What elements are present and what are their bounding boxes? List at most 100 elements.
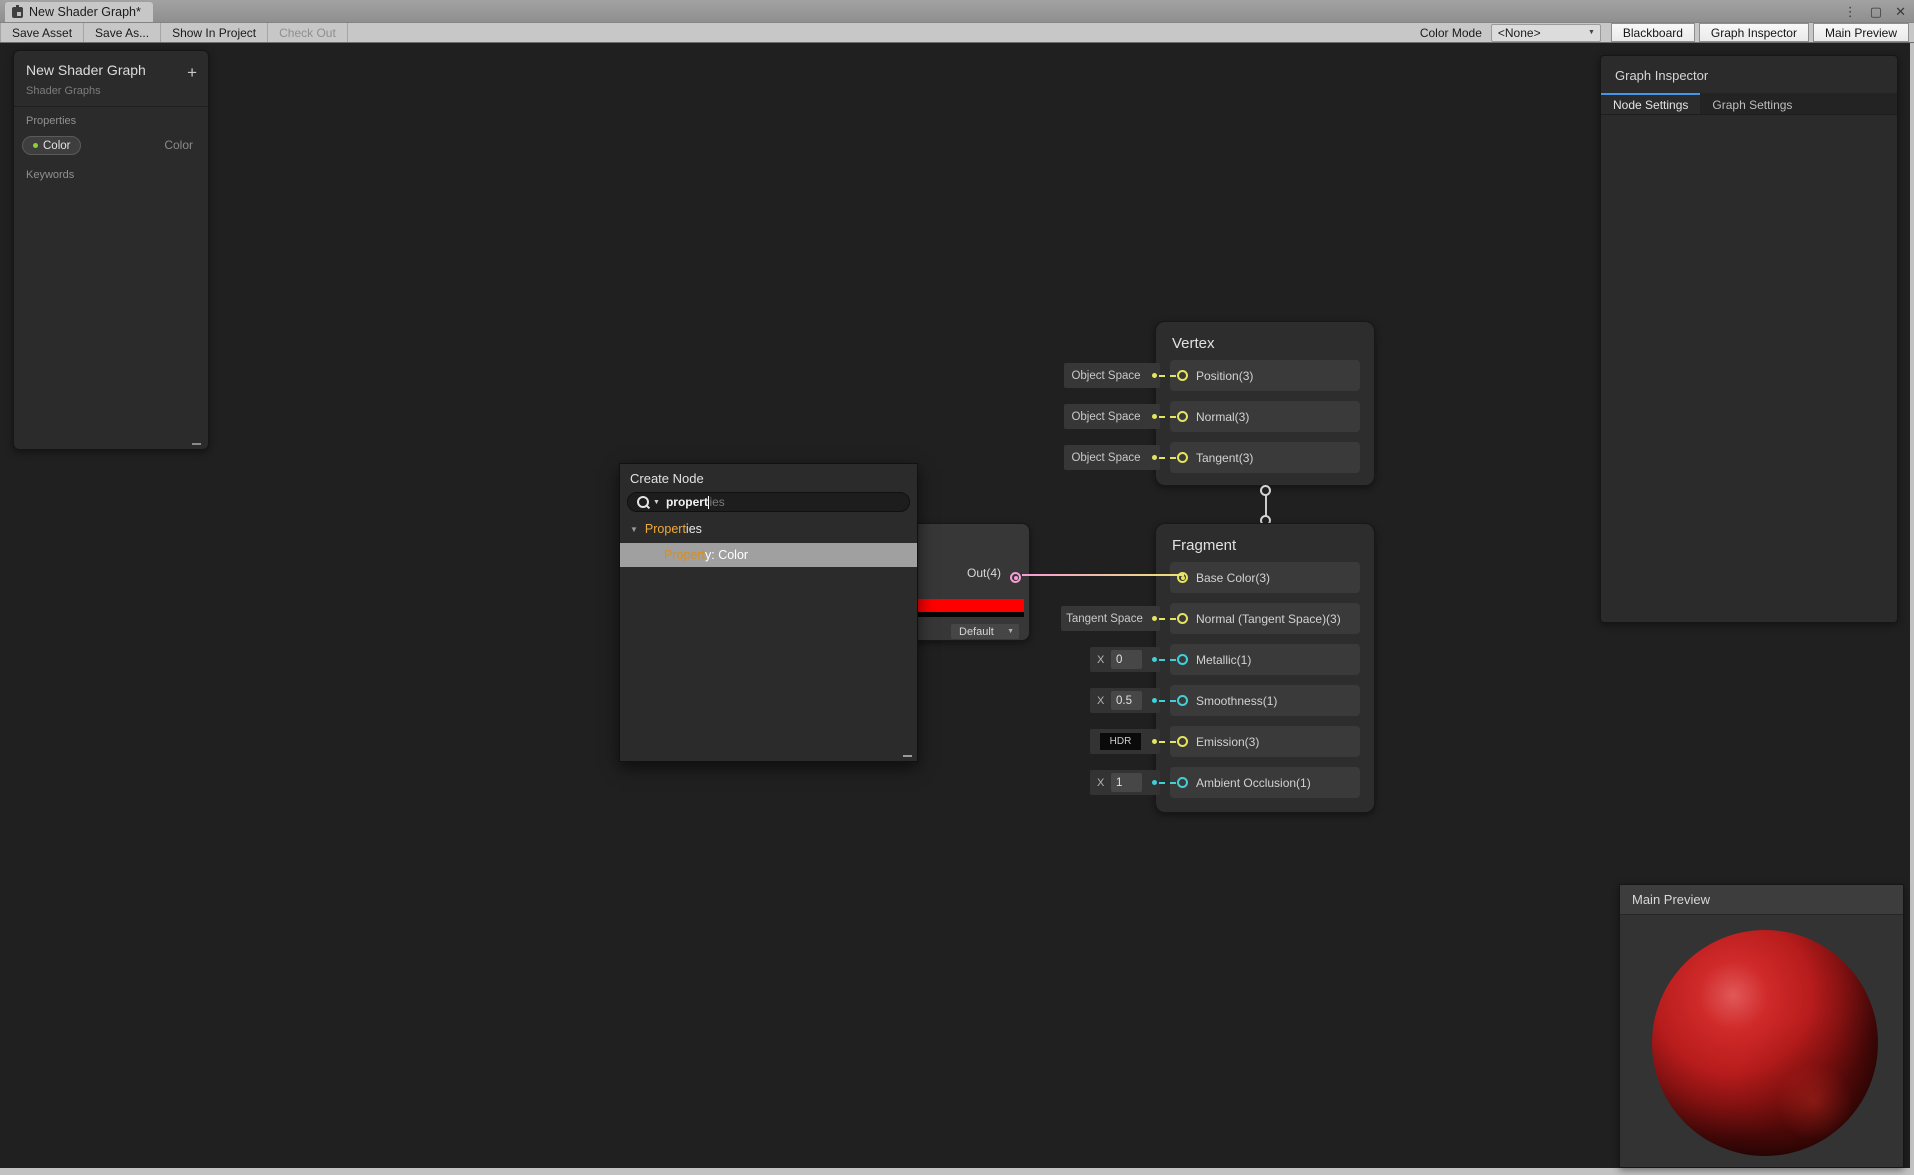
space-tag-label: Object Space xyxy=(1071,451,1141,464)
tangent-space-dropdown[interactable]: Object Space xyxy=(1064,445,1160,470)
maximize-icon[interactable]: ▢ xyxy=(1870,5,1882,18)
properties-section-label: Properties xyxy=(26,115,77,127)
tangent-port[interactable] xyxy=(1177,452,1188,463)
close-icon[interactable]: ✕ xyxy=(1895,5,1906,18)
ambient-occlusion-value-field[interactable]: 1 xyxy=(1111,773,1142,792)
chevron-down-icon: ▼ xyxy=(1007,628,1014,635)
color-mode-value: <None> xyxy=(1497,25,1541,40)
show-in-project-button[interactable]: Show In Project xyxy=(161,23,269,42)
fragment-row-base-color: Base Color(3) xyxy=(1170,562,1360,593)
port-label: Normal (Tangent Space)(3) xyxy=(1196,611,1341,626)
save-asset-button[interactable]: Save Asset xyxy=(0,23,85,42)
blackboard-panel[interactable]: New Shader Graph + Shader Graphs Propert… xyxy=(13,50,209,450)
ambient-occlusion-default-input: X 1 xyxy=(1090,770,1160,795)
normal-space-dropdown[interactable]: Object Space xyxy=(1064,404,1160,429)
hdr-color-swatch[interactable]: HDR xyxy=(1100,733,1141,750)
emission-port[interactable] xyxy=(1177,736,1188,747)
category-row-properties[interactable]: ▼ Propert ies xyxy=(620,520,917,538)
default-value-dot xyxy=(1152,780,1157,785)
default-wire-dash xyxy=(1159,699,1176,702)
fragment-row-metallic: X 0 Metallic(1) xyxy=(1090,644,1360,675)
popup-resize-handle[interactable] xyxy=(903,755,912,757)
fragment-node-title: Fragment xyxy=(1172,537,1237,554)
property-name: Color xyxy=(43,139,71,152)
result-row-property-color[interactable]: Propert y: Color xyxy=(620,543,917,567)
port-label: Base Color(3) xyxy=(1196,570,1271,585)
vertex-row-tangent: Object Space Tangent(3) xyxy=(1064,442,1360,473)
metallic-value-field[interactable]: 0 xyxy=(1111,650,1142,669)
color-alpha-bar xyxy=(901,612,1024,617)
category-rest-text: ies xyxy=(685,522,702,536)
ambient-occlusion-port[interactable] xyxy=(1177,777,1188,788)
smoothness-value-field[interactable]: 0.5 xyxy=(1111,691,1142,710)
blackboard-subtitle: Shader Graphs xyxy=(14,78,208,107)
x-component-label: X xyxy=(1097,653,1105,666)
create-node-title: Create Node xyxy=(630,471,704,486)
default-value-dot xyxy=(1152,616,1157,621)
search-filter-caret-icon[interactable]: ▼ xyxy=(653,499,660,506)
default-wire-dash xyxy=(1159,658,1176,661)
default-value-dot xyxy=(1152,657,1157,662)
default-wire-dash xyxy=(1159,781,1176,784)
space-tag-label: Object Space xyxy=(1071,369,1141,382)
preview-sphere[interactable] xyxy=(1652,930,1878,1156)
menu-icon[interactable]: ⋮ xyxy=(1844,5,1857,18)
keywords-section-label: Keywords xyxy=(26,169,75,181)
chevron-down-icon: ▼ xyxy=(1587,29,1595,36)
property-type-label: Color xyxy=(164,138,193,152)
color-swatch[interactable] xyxy=(901,599,1024,612)
color-mode-dropdown[interactable]: <None> ▼ xyxy=(1490,23,1601,42)
search-typed-text: propert xyxy=(665,495,708,509)
main-preview-toggle-button[interactable]: Main Preview xyxy=(1812,23,1909,42)
add-property-button[interactable]: + xyxy=(187,64,197,81)
window-titlebar: New Shader Graph* ⋮ ▢ ✕ xyxy=(0,0,1914,22)
color-out-port[interactable] xyxy=(1010,572,1021,583)
document-tab-title: New Shader Graph* xyxy=(29,5,141,19)
vertex-node-title: Vertex xyxy=(1172,335,1215,352)
main-preview-panel: Main Preview xyxy=(1619,884,1904,1168)
metallic-default-input: X 0 xyxy=(1090,647,1160,672)
save-as-button[interactable]: Save As... xyxy=(84,23,162,42)
node-search-input[interactable]: ▼ propert ies xyxy=(627,492,910,512)
search-icon xyxy=(637,496,649,508)
fragment-node[interactable]: Fragment Base Color(3) Tangent Space Nor… xyxy=(1061,523,1375,813)
position-port[interactable] xyxy=(1177,370,1188,381)
color-mode-label: Color Mode xyxy=(1419,25,1482,40)
vertex-row-position: Object Space Position(3) xyxy=(1064,360,1360,391)
vertex-row-normal: Object Space Normal(3) xyxy=(1064,401,1360,432)
default-wire-dash xyxy=(1159,415,1176,418)
default-value-dot xyxy=(1152,414,1157,419)
vertex-node[interactable]: Vertex Object Space Position(3) Object S… xyxy=(1064,321,1375,486)
smoothness-default-input: X 0.5 xyxy=(1090,688,1160,713)
color-mode-select[interactable]: Default ▼ xyxy=(951,624,1019,639)
port-label: Ambient Occlusion(1) xyxy=(1196,775,1311,790)
space-tag-label: Tangent Space xyxy=(1066,612,1143,625)
default-wire-dash xyxy=(1159,740,1176,743)
blackboard-toggle-button[interactable]: Blackboard xyxy=(1610,23,1695,42)
port-label: Smoothness(1) xyxy=(1196,693,1278,708)
toolbar: Save Asset Save As... Show In Project Ch… xyxy=(0,22,1914,43)
tab-node-settings[interactable]: Node Settings xyxy=(1601,93,1701,114)
foldout-icon[interactable]: ▼ xyxy=(630,525,638,534)
tab-graph-settings[interactable]: Graph Settings xyxy=(1700,93,1804,114)
metallic-port[interactable] xyxy=(1177,654,1188,665)
smoothness-port[interactable] xyxy=(1177,695,1188,706)
property-type-dot xyxy=(33,143,38,148)
document-tab[interactable]: New Shader Graph* xyxy=(5,2,153,22)
normal-space-dropdown[interactable]: Tangent Space xyxy=(1061,606,1160,631)
normal-port[interactable] xyxy=(1177,411,1188,422)
color-mode-select-value: Default xyxy=(959,625,994,638)
edge-color-to-basecolor[interactable] xyxy=(1022,574,1184,576)
blackboard-resize-handle[interactable] xyxy=(192,443,201,445)
category-match-text: Propert xyxy=(644,522,686,536)
blackboard-title: New Shader Graph xyxy=(26,62,146,78)
position-space-dropdown[interactable]: Object Space xyxy=(1064,363,1160,388)
search-autocomplete-hint: ies xyxy=(709,495,725,509)
normal-tangent-space-port[interactable] xyxy=(1177,613,1188,624)
property-pill-color[interactable]: Color xyxy=(22,136,82,155)
default-value-dot xyxy=(1152,455,1157,460)
default-wire-dash xyxy=(1159,617,1176,620)
color-node[interactable]: Out(4) Default ▼ xyxy=(900,523,1030,641)
graph-inspector-toggle-button[interactable]: Graph Inspector xyxy=(1698,23,1809,42)
fragment-row-normal: Tangent Space Normal (Tangent Space)(3) xyxy=(1061,603,1360,634)
